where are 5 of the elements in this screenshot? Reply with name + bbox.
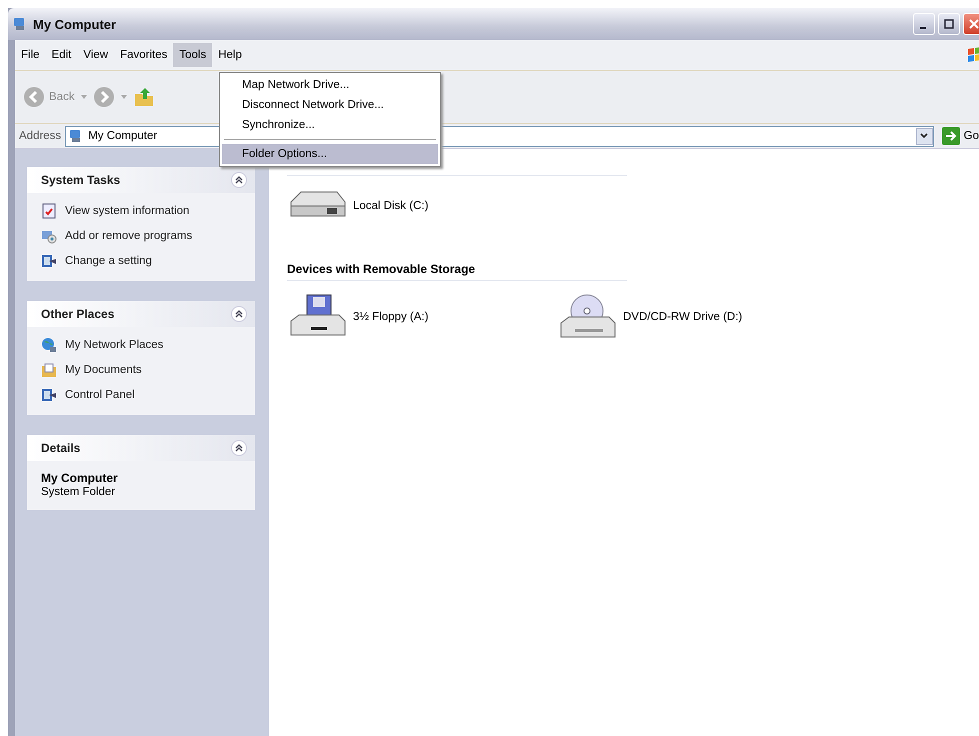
details-name: My Computer: [41, 471, 119, 485]
window-title: My Computer: [33, 16, 116, 32]
details-type: System Folder: [41, 486, 116, 498]
address-label: Address: [19, 130, 62, 142]
group-heading: Devices with Removable Storage: [287, 262, 476, 276]
